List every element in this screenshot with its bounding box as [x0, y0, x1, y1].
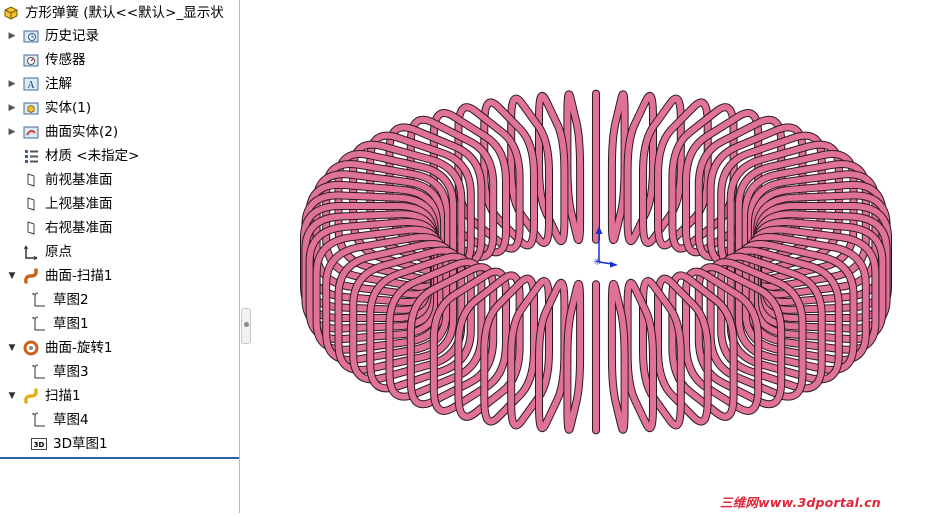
surface-bodies-icon [22, 123, 40, 141]
tree-item-sketch2[interactable]: * 草图2 [0, 288, 239, 312]
annotation-icon: A [22, 75, 40, 93]
svg-text:A: A [27, 80, 35, 91]
tree-item-sketch3[interactable]: * 草图3 [0, 360, 239, 384]
sketch-icon: * [30, 411, 48, 429]
svg-text:3D: 3D [34, 441, 45, 449]
tree-item-label: 前视基准面 [45, 172, 113, 188]
tree-root-part[interactable]: 方形弹簧 (默认<<默认>_显示状 [2, 1, 239, 25]
tree-item-sensors[interactable]: ▶ 传感器 [0, 48, 239, 72]
tree-item-label: 原点 [45, 244, 72, 260]
expand-arrow-icon[interactable]: ▶ [8, 127, 16, 137]
part-name: 方形弹簧 (默认<<默认>_显示状 [25, 5, 224, 21]
tree-item-sweep1[interactable]: ▼ 扫描1 [0, 384, 239, 408]
tree-item-label: 实体(1) [45, 100, 92, 116]
svg-text:*: * [32, 316, 35, 323]
site-watermark: 三维网www.3dportal.cn [720, 495, 881, 510]
part-icon [2, 4, 20, 22]
tree-item-label: 曲面-扫描1 [45, 268, 113, 284]
collapse-arrow-icon[interactable]: ▼ [8, 391, 16, 401]
surface-revolve-icon [22, 339, 40, 357]
tree-item-label: 历史记录 [45, 28, 99, 44]
svg-text:*: * [32, 364, 35, 371]
tree-end-divider [0, 457, 239, 459]
splitter-grip-icon [244, 322, 249, 327]
svg-text:*: * [32, 412, 35, 419]
tree-item-top-plane[interactable]: ▶ 上视基准面 [0, 192, 239, 216]
tree-item-sketch1[interactable]: * 草图1 [0, 312, 239, 336]
tree-item-label: 草图1 [53, 316, 89, 332]
collapse-arrow-icon[interactable]: ▼ [8, 271, 16, 281]
tree-item-label: 上视基准面 [45, 196, 113, 212]
svg-text:*: * [32, 292, 35, 299]
tree-item-label: 草图2 [53, 292, 89, 308]
tree-item-label: 材质 <未指定> [45, 148, 140, 164]
sketch-icon: * [30, 291, 48, 309]
tree-item-history[interactable]: ▶ 历史记录 [0, 24, 239, 48]
tree-item-label: 扫描1 [45, 388, 81, 404]
tree-item-label: 曲面实体(2) [45, 124, 119, 140]
sketch-icon: * [30, 363, 48, 381]
collapse-arrow-icon[interactable]: ▼ [8, 343, 16, 353]
tree-item-material[interactable]: ▶ 材质 <未指定> [0, 144, 239, 168]
tree-item-surface-sweep1[interactable]: ▼ 曲面-扫描1 [0, 264, 239, 288]
tree-item-label: 传感器 [45, 52, 86, 68]
tree-item-label: 注解 [45, 76, 72, 92]
history-folder-icon [22, 27, 40, 45]
tree-item-annotations[interactable]: ▶ A 注解 [0, 72, 239, 96]
surface-sweep-icon [22, 267, 40, 285]
tree-item-label: 草图3 [53, 364, 89, 380]
3d-sketch-icon: 3D [30, 435, 48, 453]
plane-icon [22, 219, 40, 237]
sketch-icon: * [30, 315, 48, 333]
tree-item-label: 曲面-旋转1 [45, 340, 113, 356]
tree-item-label: 右视基准面 [45, 220, 113, 236]
feature-manager-tree: 方形弹簧 (默认<<默认>_显示状 ▶ 历史记录 ▶ 传感器 ▶ A 注解 ▶ … [0, 0, 240, 513]
spring-model[interactable]: ✳ [252, 0, 940, 513]
tree-item-origin[interactable]: ▶ 原点 [0, 240, 239, 264]
tree-item-front-plane[interactable]: ▶ 前视基准面 [0, 168, 239, 192]
tree-item-solid-bodies[interactable]: ▶ 实体(1) [0, 96, 239, 120]
sensor-icon [22, 51, 40, 69]
tree-item-sketch4[interactable]: * 草图4 [0, 408, 239, 432]
origin-icon [22, 243, 40, 261]
panel-splitter[interactable] [240, 0, 252, 513]
expand-arrow-icon[interactable]: ▶ [8, 79, 16, 89]
sweep-icon [22, 387, 40, 405]
tree-item-label: 草图4 [53, 412, 89, 428]
expand-arrow-icon[interactable]: ▶ [8, 31, 16, 41]
tree-item-right-plane[interactable]: ▶ 右视基准面 [0, 216, 239, 240]
svg-text:✳: ✳ [593, 257, 601, 268]
solid-bodies-icon [22, 99, 40, 117]
plane-icon [22, 171, 40, 189]
graphics-viewport[interactable]: ✳ [252, 0, 940, 513]
tree-item-surface-bodies[interactable]: ▶ 曲面实体(2) [0, 120, 239, 144]
expand-arrow-icon[interactable]: ▶ [8, 103, 16, 113]
tree-item-3d-sketch1[interactable]: 3D 3D草图1 [0, 432, 239, 456]
material-icon [22, 147, 40, 165]
plane-icon [22, 195, 40, 213]
tree-item-label: 3D草图1 [53, 436, 108, 452]
tree-item-surface-revolve1[interactable]: ▼ 曲面-旋转1 [0, 336, 239, 360]
